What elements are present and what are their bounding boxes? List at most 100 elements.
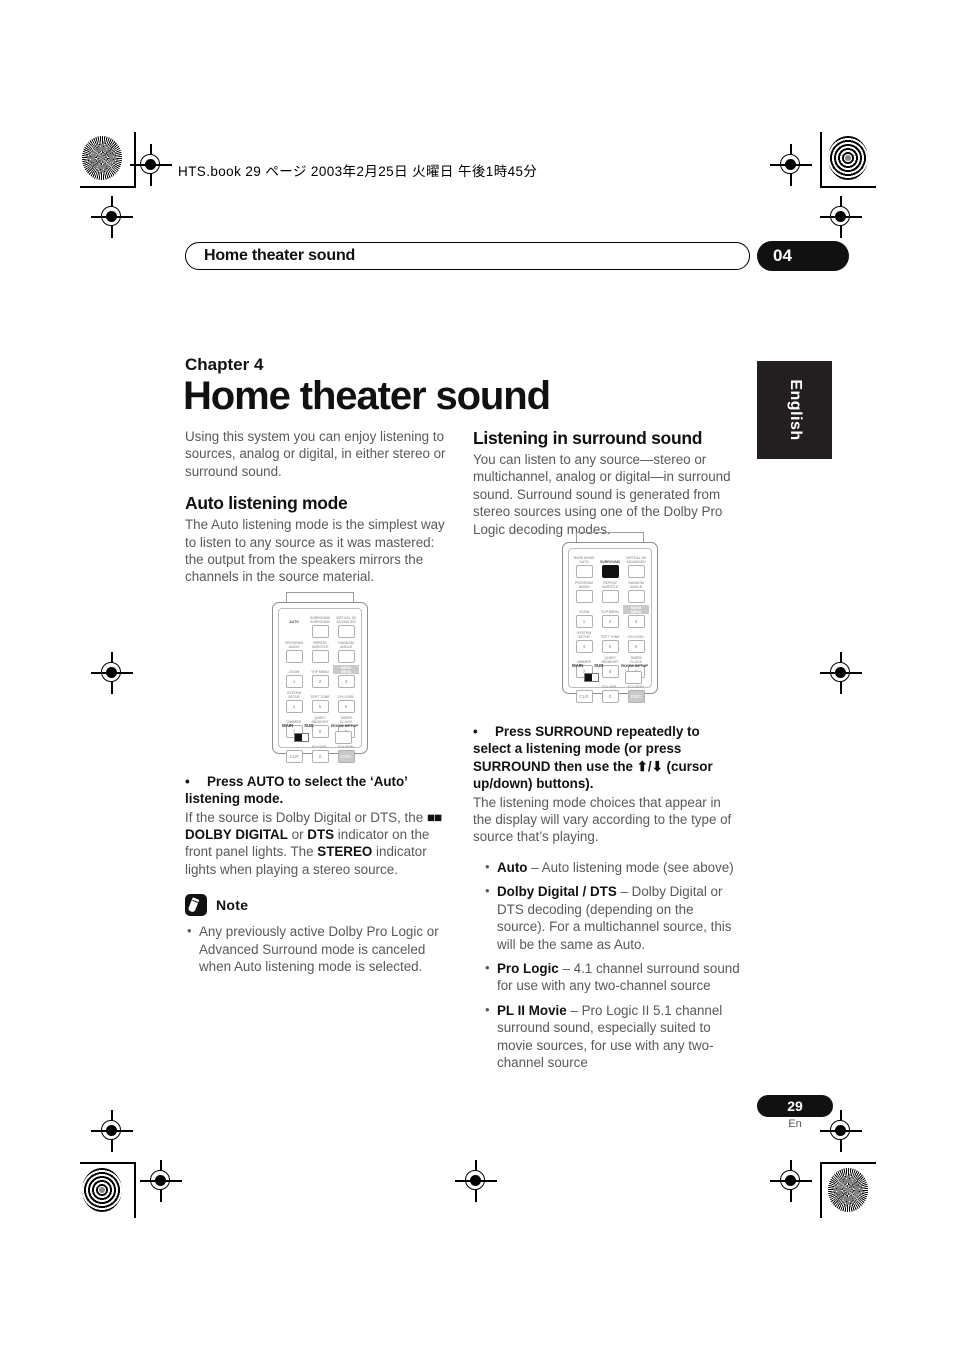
remote-key-0[interactable]: 0: [601, 690, 619, 703]
remote-key-surround-label[interactable]: SURROUND: [600, 560, 620, 564]
language-tab: English: [757, 361, 832, 459]
surround-heading: Listening in surround sound: [473, 428, 703, 448]
remote-illustration-auto: AUTO SURROUND SURROUND VIRTUAL 3D ADVANCED…: [272, 592, 368, 763]
crop-mark-bottom-left-v: [134, 1162, 136, 1218]
crop-mark-top-left-h: [80, 186, 136, 188]
auto-listening-heading: Auto listening mode: [185, 493, 348, 514]
remote-key-surround[interactable]: [311, 625, 329, 638]
registration-mark-left-upper: [91, 196, 133, 238]
dolby-logo-glyph: ■■: [426, 809, 442, 825]
remote-key-subtitle[interactable]: [601, 590, 619, 603]
remote-label-sub: SUB: [304, 723, 314, 728]
remote-key-angle[interactable]: [337, 650, 355, 663]
mode-desc: – Auto listening mode (see above): [527, 859, 734, 875]
print-rosette-bottom-right: [828, 1168, 868, 1212]
remote-key-1[interactable]: 1: [285, 675, 303, 688]
note-block: Note Any previously active Dolby Pro Log…: [185, 894, 453, 975]
crop-mark-bottom-right-v: [820, 1162, 822, 1218]
list-item: Auto – Auto listening mode (see above): [483, 858, 741, 876]
remote-caption-rule: [562, 532, 658, 542]
remote-caption-rule: [272, 592, 368, 602]
remote-row: SYSTEM SETUP 4 TEST TONE 5 CH LEVEL 6: [571, 630, 649, 653]
remote-key-disc[interactable]: DISC: [337, 750, 355, 763]
registration-mark-right-upper: [820, 196, 862, 238]
registration-mark-top-left: [130, 144, 172, 186]
auto-bold-3: STEREO: [317, 844, 373, 860]
book-file-header: HTS.book 29 ページ 2003年2月25日 火曜日 午後1時45分: [178, 164, 538, 179]
remote-label-sub: SUB: [594, 663, 604, 668]
remote-label-room-setup: ROOM SETUP: [331, 723, 358, 728]
remote-key-auto-label[interactable]: AUTO: [289, 620, 299, 624]
chapter-label: Chapter 4: [185, 355, 264, 374]
remote-row: ZOOM 1 TOP MENU 2 MENU MENU 3: [281, 665, 359, 688]
auto-instruction-text: Press AUTO to select the ‘Auto’ listenin…: [185, 773, 408, 807]
auto-instruction: • Press AUTO to select the ‘Auto’ listeni…: [185, 773, 408, 807]
remote-key-5[interactable]: 5: [311, 700, 329, 713]
registration-mark-left-middle: [91, 652, 133, 694]
remote-key-5[interactable]: 5: [601, 640, 619, 653]
remote-bottom-row: MAIN SUB ROOM SETUP: [282, 723, 358, 744]
page-title: Home theater sound: [183, 374, 551, 418]
remote-label-main: MAIN: [282, 723, 294, 728]
list-item: Pro Logic – 4.1 channel surround sound f…: [483, 959, 741, 995]
remote-key-advanced[interactable]: [337, 625, 355, 638]
crop-mark-top-left-v: [134, 132, 136, 188]
remote-key-4[interactable]: 4: [575, 640, 593, 653]
note-header: Note: [185, 894, 453, 917]
remote-key-6[interactable]: 6: [627, 640, 645, 653]
remote-key-2[interactable]: 2: [311, 675, 329, 688]
remote-key-4[interactable]: 4: [285, 700, 303, 713]
remote-key-2[interactable]: 2: [601, 615, 619, 628]
registration-mark-bottom-center: [455, 1160, 497, 1202]
registration-mark-bottom-left: [140, 1160, 182, 1202]
surround-body: You can listen to any source—stereo or m…: [473, 452, 731, 537]
remote-key-3[interactable]: 3: [627, 615, 645, 628]
remote-key-1[interactable]: 1: [575, 615, 593, 628]
remote-label-room-setup: ROOM SETUP: [621, 663, 648, 668]
crop-mark-top-right-h: [820, 186, 876, 188]
list-item: Dolby Digital / DTS – Dolby Digital or D…: [483, 882, 741, 953]
list-item: Any previously active Dolby Pro Logic or…: [185, 922, 453, 975]
listening-mode-list: Auto – Auto listening mode (see above) D…: [483, 858, 741, 1072]
chapter-number-text: 04: [773, 246, 792, 265]
print-rosette-top-right: [828, 136, 868, 180]
surround-instruction-text: Press SURROUND repeatedly to select a li…: [473, 724, 713, 792]
remote-key-subtitle[interactable]: [311, 650, 329, 663]
chapter-number-badge: 04: [757, 241, 849, 271]
remote-key-room-setup[interactable]: [335, 731, 352, 744]
mode-name: Pro Logic: [497, 960, 559, 976]
auto-instruction-body: If the source is Dolby Digital or DTS, t…: [185, 809, 453, 879]
remote-row: AUTO SURROUND SURROUND VIRTUAL 3D ADVANCED: [281, 615, 359, 638]
remote-key-disc[interactable]: DISC: [627, 690, 645, 703]
note-list: Any previously active Dolby Pro Logic or…: [185, 922, 453, 975]
remote-key-audio[interactable]: [285, 650, 303, 663]
page-number-badge: 29: [757, 1095, 833, 1117]
registration-mark-top-right: [770, 144, 812, 186]
remote-key-advanced[interactable]: [627, 565, 645, 578]
remote-key-0[interactable]: 0: [311, 750, 329, 763]
registration-mark-bottom-right: [770, 1160, 812, 1202]
remote-key-auto[interactable]: [575, 565, 593, 578]
mode-name: Auto: [497, 859, 528, 875]
remote-key-3[interactable]: 3: [337, 675, 355, 688]
auto-body-1: If the source is Dolby Digital or DTS, t…: [185, 809, 427, 825]
remote-key-angle[interactable]: [627, 590, 645, 603]
remote-key-clr[interactable]: CLR: [575, 690, 593, 703]
list-item: PL II Movie – Pro Logic II 5.1 channel s…: [483, 1001, 741, 1072]
registration-mark-right-middle: [820, 652, 862, 694]
remote-key-audio[interactable]: [575, 590, 593, 603]
remote-key-surround[interactable]: [601, 565, 619, 578]
running-head-title: Home theater sound: [204, 247, 356, 264]
surround-instruction-body: The listening mode choices that appear i…: [473, 794, 732, 845]
running-head: Home theater sound: [185, 242, 750, 270]
page-number: 29: [787, 1098, 803, 1114]
remote-main-sub-switch[interactable]: [584, 673, 599, 682]
remote-illustration-surround: BASS MODE AUTO SURROUND VIRTUAL 3D ADVANCE…: [562, 532, 658, 703]
remote-key-room-setup[interactable]: [625, 671, 642, 684]
remote-main-sub-switch[interactable]: [294, 733, 309, 742]
remote-bottom-row: MAIN SUB ROOM SETUP: [572, 663, 648, 684]
registration-mark-left-lower: [91, 1110, 133, 1152]
remote-key-6[interactable]: 6: [337, 700, 355, 713]
remote-label-main: MAIN: [572, 663, 584, 668]
remote-key-clr[interactable]: CLR: [285, 750, 303, 763]
